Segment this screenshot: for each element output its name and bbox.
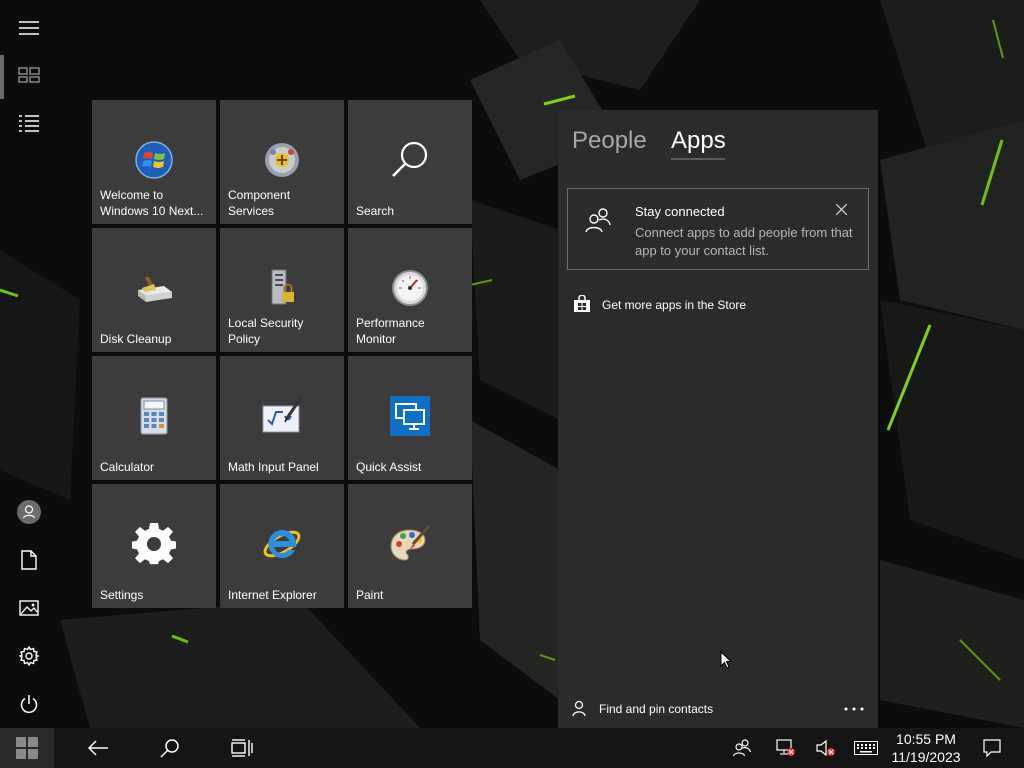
touch-keyboard-button[interactable]	[848, 728, 884, 768]
tile-label: Performance Monitor	[356, 316, 425, 346]
tile-calculator[interactable]: Calculator	[92, 356, 216, 480]
network-status-button[interactable]	[768, 728, 804, 768]
tile-search[interactable]: Search	[348, 100, 472, 224]
paint-palette-icon	[390, 525, 431, 561]
expand-menu-button[interactable]	[5, 6, 53, 50]
find-contacts-label: Find and pin contacts	[599, 702, 714, 716]
pictures-button[interactable]	[5, 586, 53, 630]
tile-welcome[interactable]: Welcome to Windows 10 Next...	[92, 100, 216, 224]
gear-icon	[19, 646, 39, 666]
stay-connected-notice: Stay connected Connect apps to add peopl…	[567, 188, 869, 270]
tile-label: Local Security Policy	[228, 316, 304, 346]
tile-label: Paint	[356, 588, 384, 602]
taskbar-clock[interactable]: 10:55 PM 11/19/2023	[884, 728, 968, 768]
store-bag-icon	[574, 295, 590, 312]
tab-apps[interactable]: Apps	[671, 126, 726, 156]
notifications-icon	[983, 739, 1001, 757]
component-services-icon	[265, 143, 299, 177]
tile-quick-assist[interactable]: Quick Assist	[348, 356, 472, 480]
tile-label: Calculator	[100, 460, 155, 474]
search-icon	[392, 141, 428, 177]
action-center-button[interactable]	[976, 728, 1008, 768]
tile-label: Quick Assist	[356, 460, 422, 474]
notice-title: Stay connected	[635, 204, 725, 219]
taskbar-search-button[interactable]	[146, 728, 194, 768]
tile-performance-monitor[interactable]: Performance Monitor	[348, 228, 472, 352]
user-avatar-icon	[17, 500, 41, 524]
power-button[interactable]	[5, 682, 53, 726]
search-icon	[160, 739, 179, 758]
documents-button[interactable]	[5, 538, 53, 582]
task-view-icon	[231, 739, 253, 757]
tile-label: Disk Cleanup	[100, 332, 172, 346]
tile-paint[interactable]: Paint	[348, 484, 472, 608]
people-icon	[585, 208, 611, 233]
tile-label: Internet Explorer	[228, 588, 317, 602]
tile-settings[interactable]: Settings	[92, 484, 216, 608]
tiles-icon	[18, 67, 40, 83]
tile-component-services[interactable]: Component Services	[220, 100, 344, 224]
user-account-button[interactable]	[5, 490, 53, 534]
notice-body: Connect apps to add people from that app…	[635, 225, 853, 258]
mouse-cursor-icon	[720, 651, 732, 669]
more-options-button[interactable]	[838, 700, 870, 718]
pinned-tiles-button[interactable]	[5, 53, 53, 97]
people-taskbar-button[interactable]	[724, 728, 760, 768]
volume-button[interactable]	[808, 728, 844, 768]
pictures-icon	[19, 600, 39, 616]
get-more-apps-link[interactable]: Get more apps in the Store	[572, 294, 852, 316]
pinned-tiles-grid: Welcome to Windows 10 Next... Component …	[92, 100, 472, 608]
power-icon	[20, 695, 38, 714]
hamburger-icon	[19, 21, 39, 35]
start-icon	[16, 737, 38, 759]
task-view-button[interactable]	[218, 728, 266, 768]
calculator-icon	[140, 397, 168, 435]
document-icon	[21, 550, 37, 570]
clock-date: 11/19/2023	[891, 749, 961, 765]
close-icon	[835, 203, 847, 215]
network-error-icon	[776, 739, 795, 756]
tile-label: Welcome to Windows 10 Next...	[100, 188, 204, 218]
internet-explorer-icon	[263, 529, 301, 558]
ellipsis-icon	[844, 707, 864, 711]
notice-close-button[interactable]	[833, 201, 849, 217]
start-button[interactable]	[0, 728, 54, 768]
gear-icon	[132, 522, 176, 565]
tab-people[interactable]: People	[572, 126, 647, 156]
person-icon	[572, 700, 586, 716]
disk-cleanup-icon	[138, 275, 172, 302]
clock-time: 10:55 PM	[896, 731, 956, 747]
people-icon	[733, 739, 751, 757]
tile-label: Component Services	[228, 188, 291, 218]
active-tab-underline	[671, 158, 725, 160]
store-link-label: Get more apps in the Store	[602, 298, 747, 312]
tile-label: Math Input Panel	[228, 460, 319, 474]
tile-local-security-policy[interactable]: Local Security Policy	[220, 228, 344, 352]
tile-math-input-panel[interactable]: Math Input Panel	[220, 356, 344, 480]
gauge-icon	[392, 270, 428, 306]
back-button[interactable]	[74, 728, 122, 768]
security-policy-icon	[271, 269, 294, 305]
list-icon	[19, 115, 39, 132]
rail-selection-indicator	[0, 55, 4, 99]
quick-assist-icon	[390, 396, 430, 436]
tile-label: Settings	[100, 588, 144, 602]
math-input-icon	[262, 397, 303, 433]
windows-logo-icon	[135, 141, 173, 179]
keyboard-icon	[854, 741, 878, 755]
all-apps-button[interactable]	[5, 101, 53, 145]
back-arrow-icon	[88, 740, 108, 756]
find-and-pin-contacts-button[interactable]: Find and pin contacts	[570, 698, 770, 720]
tile-disk-cleanup[interactable]: Disk Cleanup	[92, 228, 216, 352]
people-flyout: People Apps Stay connected Connect apps …	[558, 110, 878, 728]
tile-internet-explorer[interactable]: Internet Explorer	[220, 484, 344, 608]
settings-button[interactable]	[5, 634, 53, 678]
taskbar: 10:55 PM 11/19/2023	[0, 728, 1024, 768]
volume-muted-icon	[816, 739, 835, 757]
tile-label: Search	[356, 204, 395, 218]
start-menu-rail	[0, 0, 58, 728]
